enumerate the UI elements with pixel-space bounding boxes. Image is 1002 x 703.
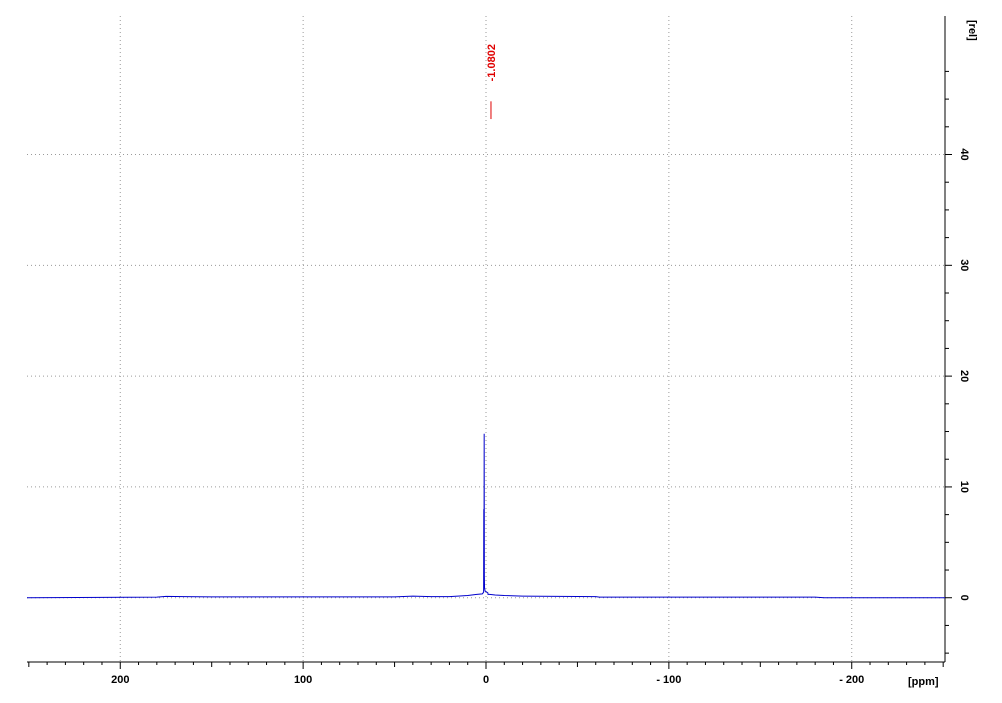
y-tick-label: 0 xyxy=(958,595,970,601)
x-tick-label: 200 xyxy=(111,674,129,686)
y-tick-label: 30 xyxy=(958,259,970,271)
x-tick-label: - 100 xyxy=(656,674,681,686)
y-tick-label: 40 xyxy=(958,148,970,160)
peak-annotations: -1.0802 xyxy=(486,44,498,120)
spectrum-line xyxy=(26,433,945,599)
x-tick-label: - 200 xyxy=(839,674,864,686)
x-tick-label: 100 xyxy=(294,674,312,686)
x-tick-label: 0 xyxy=(483,674,489,686)
y-tick-label: 20 xyxy=(958,370,970,382)
y-axis-unit-label: [rel] xyxy=(966,20,978,41)
y-tick-label: 10 xyxy=(958,481,970,493)
grid-lines xyxy=(27,16,945,662)
nmr-spectrum-plot: 200 100 0 - 100 - 200 0 10 20 30 40 -1.0802 [ppm… xyxy=(26,16,978,688)
spectrum-series xyxy=(26,433,945,599)
x-axis-ticks: 200 100 0 - 100 - 200 xyxy=(28,662,944,686)
y-axis-ticks: 0 10 20 30 40 xyxy=(945,70,970,654)
peak-label: -1.0802 xyxy=(486,44,498,81)
x-axis-unit-label: [ppm] xyxy=(908,676,939,688)
